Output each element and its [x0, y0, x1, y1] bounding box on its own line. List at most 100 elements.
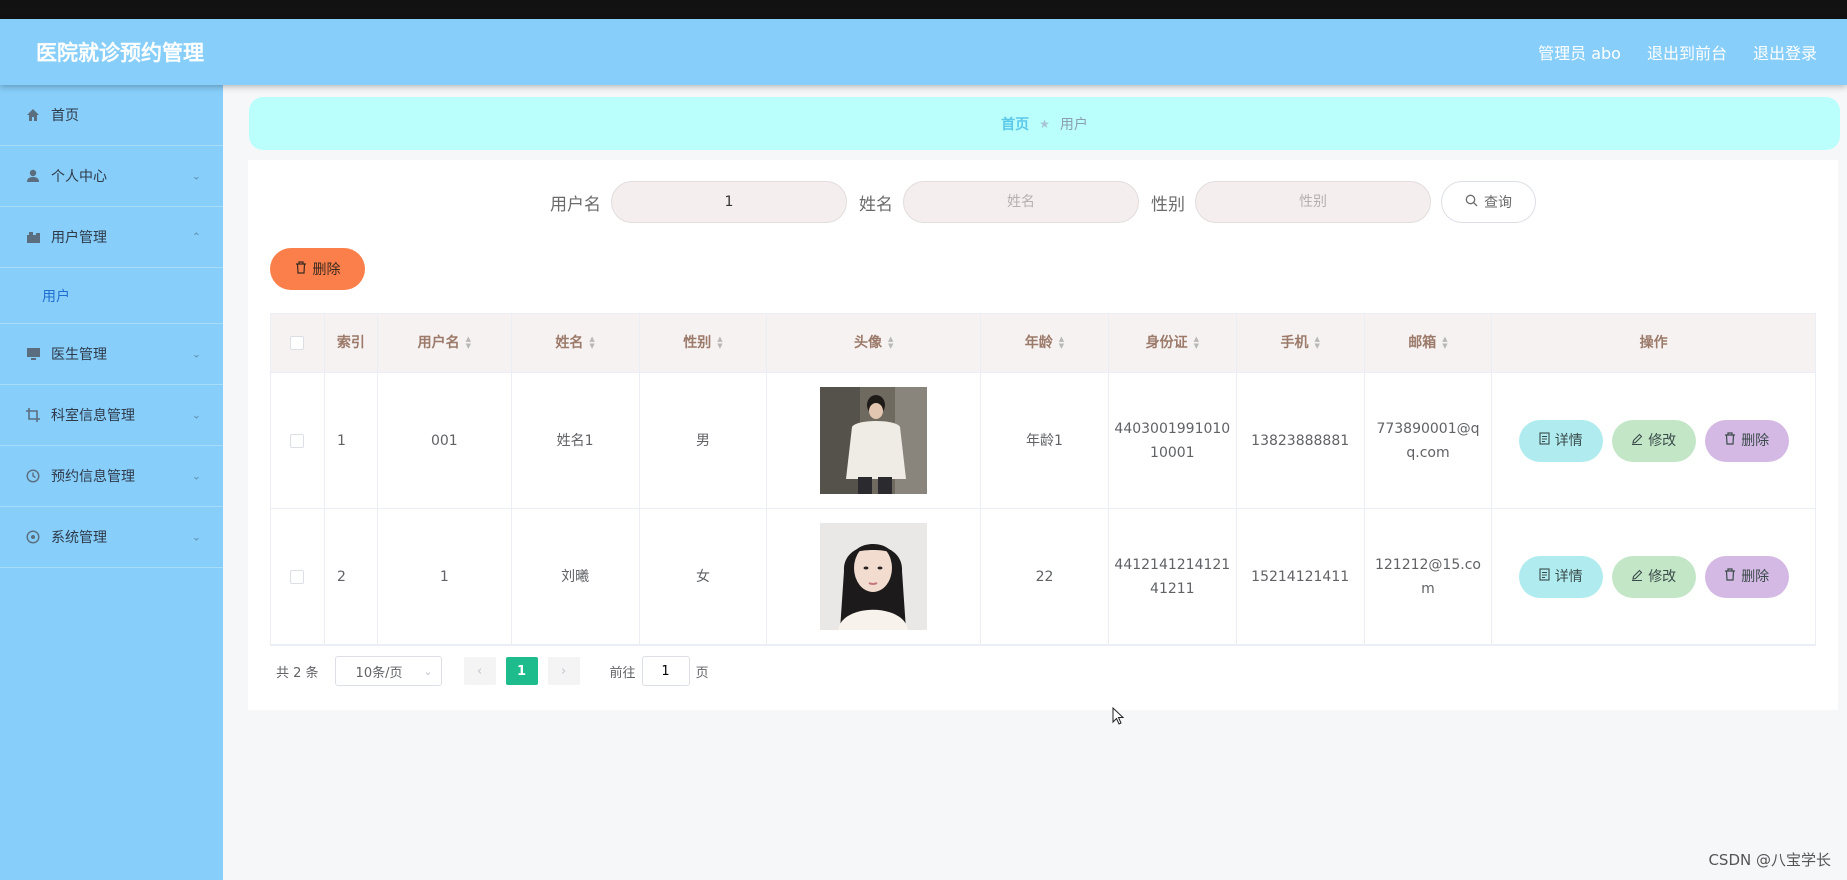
edit-icon [1631, 565, 1643, 589]
header-links: 管理员 abo 退出到前台 退出登录 [1538, 40, 1817, 64]
row-checkbox[interactable] [290, 433, 305, 448]
cell-actions: 详情 修改 删除 [1492, 509, 1815, 644]
sidebar-item-department-management[interactable]: 科室信息管理 ⌄ [0, 385, 223, 446]
delete-label: 删除 [1741, 568, 1770, 585]
chevron-right-icon: › [560, 663, 567, 679]
app-title: 医院就诊预约管理 [36, 41, 204, 65]
username-label: 用户名 [550, 194, 601, 215]
column-header-name[interactable]: 姓名 ▲ ▼ [512, 314, 640, 372]
edit-label: 修改 [1648, 432, 1677, 449]
page-suffix: 页 [695, 665, 709, 681]
user-icon [25, 168, 41, 184]
logout-link[interactable]: 退出登录 [1753, 40, 1817, 64]
breadcrumb-home[interactable]: 首页 [1001, 114, 1029, 134]
username-input[interactable] [611, 181, 847, 223]
column-header-phone[interactable]: 手机 ▲ ▼ [1237, 314, 1365, 372]
trash-icon [1724, 429, 1736, 453]
detail-button[interactable]: 详情 [1518, 555, 1603, 598]
edit-button[interactable]: 修改 [1611, 555, 1696, 598]
column-header-email[interactable]: 邮箱 ▲ ▼ [1365, 314, 1493, 372]
sidebar-item-system-management[interactable]: 系统管理 ⌄ [0, 507, 223, 568]
mouse-cursor-icon [1112, 706, 1125, 729]
page-size-select[interactable]: 10条/页 ⌄ [334, 656, 442, 686]
sidebar-item-profile[interactable]: 个人中心 ⌄ [0, 146, 223, 207]
sidebar: 首页 个人中心 ⌄ 用户管理 ⌃ 用户 医生管理 ⌄ 科室信息管理 ⌄ 预约信息… [0, 85, 223, 880]
chevron-down-icon: ⌄ [191, 530, 201, 544]
delete-button[interactable]: 删除 [1704, 555, 1789, 598]
avatar [820, 387, 928, 494]
sort-icon[interactable]: ▲ ▼ [717, 336, 722, 350]
row-checkbox[interactable] [290, 569, 305, 584]
search-button[interactable]: 查询 [1441, 181, 1536, 223]
users-icon [25, 229, 41, 245]
breadcrumb: 首页 ★ 用户 [249, 97, 1840, 150]
sort-icon[interactable]: ▲ ▼ [466, 336, 471, 350]
prev-page-button[interactable]: ‹ [463, 657, 496, 685]
goto-page-input[interactable] [641, 656, 690, 686]
search-button-label: 查询 [1484, 195, 1512, 211]
table-row: 1 001 姓名1 男 年龄1 440300199101010001 13823… [271, 373, 1815, 509]
cell-index: 1 [325, 373, 378, 508]
exit-to-frontend-link[interactable]: 退出到前台 [1647, 40, 1727, 64]
table-header: 索引 用户名 ▲ ▼ 姓名 ▲ ▼ 性别 ▲ ▼ 头像 ▲ ▼ 年龄 ▲ ▼ 身份证 ▲ ▼ 手机 ▲ ▼ … [271, 314, 1815, 373]
gender-input[interactable] [1195, 181, 1431, 223]
detail-label: 详情 [1554, 568, 1583, 585]
sidebar-subitem-users[interactable]: 用户 [0, 268, 223, 324]
column-header-age[interactable]: 年龄 ▲ ▼ [981, 314, 1109, 372]
cell-id-card: 440300199101010001 [1109, 373, 1237, 508]
column-header-gender[interactable]: 性别 ▲ ▼ [640, 314, 768, 372]
content-panel: 用户名 姓名 性别 查询 删除 索引 用户名 ▲▼ [248, 160, 1838, 710]
sort-icon[interactable]: ▲ ▼ [1059, 336, 1064, 350]
column-header-label: 用户名 [417, 335, 460, 351]
delete-label: 删除 [1741, 432, 1770, 449]
sidebar-item-user-management[interactable]: 用户管理 ⌃ [0, 207, 223, 268]
cell-avatar [767, 373, 982, 508]
chevron-down-icon: ⌄ [191, 347, 201, 361]
detail-button[interactable]: 详情 [1518, 419, 1603, 462]
sidebar-item-home[interactable]: 首页 [0, 85, 223, 146]
column-header-label: 身份证 [1145, 335, 1188, 351]
batch-delete-button[interactable]: 删除 [270, 248, 365, 290]
column-header-id-card[interactable]: 身份证 ▲ ▼ [1109, 314, 1237, 372]
sort-icon[interactable]: ▲ ▼ [1194, 336, 1199, 350]
avatar [820, 523, 928, 630]
delete-button[interactable]: 删除 [1704, 419, 1789, 462]
column-header-avatar[interactable]: 头像 ▲ ▼ [767, 314, 982, 372]
cell-gender: 女 [640, 509, 768, 644]
cell-gender: 男 [640, 373, 768, 508]
home-icon [25, 107, 41, 123]
edit-button[interactable]: 修改 [1611, 419, 1696, 462]
sidebar-item-label: 个人中心 [51, 169, 107, 185]
cell-username: 001 [378, 373, 512, 508]
sidebar-item-doctor-management[interactable]: 医生管理 ⌄ [0, 324, 223, 385]
sidebar-item-label: 系统管理 [51, 530, 107, 546]
cell-index: 2 [325, 509, 378, 644]
sidebar-item-label: 医生管理 [51, 347, 107, 363]
sort-icon[interactable]: ▲ ▼ [1442, 336, 1447, 350]
name-input[interactable] [903, 181, 1139, 223]
cell-name: 刘曦 [512, 509, 640, 644]
trash-icon [295, 260, 307, 278]
chevron-down-icon: ⌄ [191, 469, 201, 483]
cell-actions: 详情 修改 删除 [1492, 373, 1815, 508]
cell-phone: 15214121411 [1237, 509, 1365, 644]
name-label: 姓名 [859, 194, 893, 215]
sidebar-item-label: 预约信息管理 [51, 469, 135, 485]
cell-avatar [767, 509, 982, 644]
column-header-username[interactable]: 用户名 ▲ ▼ [378, 314, 512, 372]
cell-age: 年龄1 [981, 373, 1109, 508]
column-header-label: 操作 [1639, 335, 1668, 351]
sort-icon[interactable]: ▲ ▼ [888, 336, 893, 350]
id-card-text: 440300199101010001 [1114, 420, 1231, 461]
sort-icon[interactable]: ▲ ▼ [589, 336, 594, 350]
admin-user-link[interactable]: 管理员 abo [1538, 40, 1621, 64]
page-number-current[interactable]: 1 [505, 657, 538, 685]
document-icon [1539, 429, 1550, 453]
next-page-button[interactable]: › [547, 657, 580, 685]
users-table: 索引 用户名 ▲ ▼ 姓名 ▲ ▼ 性别 ▲ ▼ 头像 ▲ ▼ 年龄 ▲ ▼ 身份证 ▲ ▼ 手机 ▲ ▼ … [270, 313, 1816, 646]
sidebar-item-appointment-management[interactable]: 预约信息管理 ⌄ [0, 446, 223, 507]
sort-icon[interactable]: ▲ ▼ [1314, 336, 1319, 350]
search-form: 用户名 姓名 性别 查询 [248, 181, 1838, 223]
select-all-checkbox[interactable] [290, 336, 305, 350]
batch-delete-label: 删除 [312, 262, 341, 278]
